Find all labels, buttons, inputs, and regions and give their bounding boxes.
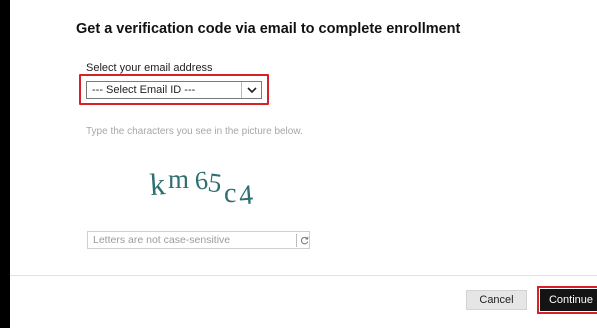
page-title: Get a verification code via email to com… (76, 21, 461, 37)
captcha-instruction: Type the characters you see in the pictu… (86, 126, 303, 137)
captcha-glyph-1: k (149, 166, 167, 202)
continue-button[interactable]: Continue (540, 289, 597, 311)
chevron-down-icon[interactable] (241, 82, 261, 98)
captcha-glyph-2: m (168, 164, 189, 194)
enrollment-dialog: Get a verification code via email to com… (10, 0, 597, 328)
captcha-image: k m 6 5 c 4 (149, 164, 255, 208)
email-select-value: --- Select Email ID --- (92, 84, 196, 96)
captcha-glyph-5: c (224, 178, 236, 208)
footer-divider (10, 275, 597, 276)
cancel-button[interactable]: Cancel (466, 290, 527, 310)
captcha-input[interactable] (87, 231, 310, 249)
email-select-label: Select your email address (86, 62, 213, 74)
captcha-glyph-4: 5 (206, 167, 224, 199)
refresh-icon[interactable] (296, 234, 311, 247)
captcha-glyph-6: 4 (238, 179, 255, 208)
email-select[interactable]: --- Select Email ID --- (86, 81, 262, 99)
